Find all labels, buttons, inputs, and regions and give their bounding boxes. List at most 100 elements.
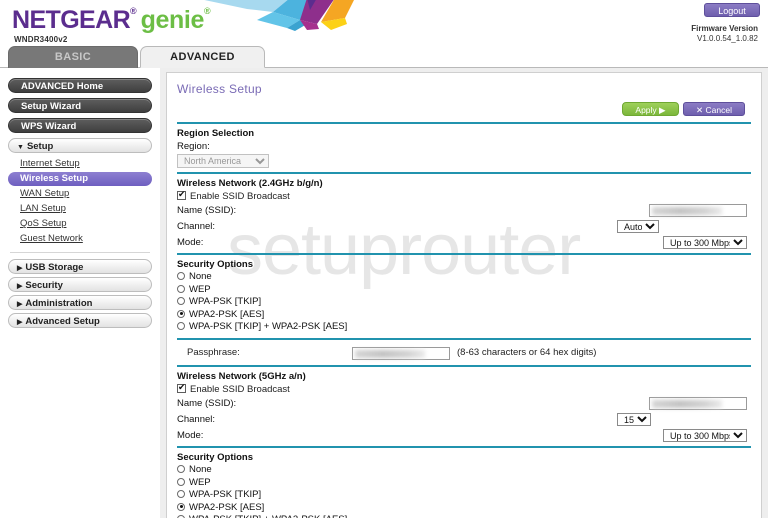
sidebar-group-setup-label: Setup — [26, 141, 54, 152]
region-label: Region: — [177, 141, 210, 152]
net24-security-option-wep[interactable]: WEP — [177, 284, 751, 297]
net24-ssid-row: Name (SSID): — [177, 203, 751, 219]
net5-radio-none[interactable] — [177, 464, 185, 473]
net5-ssid-redacted-value — [652, 399, 722, 408]
sidebar-setup-sublist: Internet Setup Wireless Setup WAN Setup … — [0, 157, 160, 246]
net5-security-label-mixed: WPA-PSK [TKIP] + WPA2-PSK [AES] — [189, 514, 347, 518]
page-title: Wireless Setup — [177, 82, 262, 96]
net5-ssid-label: Name (SSID): — [177, 397, 237, 409]
net24-passphrase-hint: (8-63 characters or 64 hex digits) — [457, 346, 597, 358]
net24-ssid-broadcast-row[interactable]: Enable SSID Broadcast — [177, 189, 751, 203]
sidebar-item-wan-setup[interactable]: WAN Setup — [8, 187, 152, 201]
net5-mode-label: Mode: — [177, 429, 204, 441]
net24-passphrase-redacted-value — [355, 349, 425, 358]
body-area: ADVANCED Home Setup Wizard WPS Wizard ▼ S… — [0, 68, 768, 518]
net5-security-option-mixed[interactable]: WPA-PSK [TKIP] + WPA2-PSK [AES] — [177, 514, 751, 518]
net24-security-option-none[interactable]: None — [177, 271, 751, 284]
net5-security-option-wpa2-psk-aes[interactable]: WPA2-PSK [AES] — [177, 502, 751, 515]
net5-security-option-wep[interactable]: WEP — [177, 477, 751, 490]
chevron-right-icon: ▶ — [17, 301, 23, 308]
net24-radio-mixed[interactable] — [177, 322, 185, 331]
net24-passphrase-label: Passphrase: — [187, 346, 240, 358]
net24-radio-wpa-psk-tkip[interactable] — [177, 297, 185, 306]
tab-basic[interactable]: BASIC — [8, 46, 138, 68]
firmware-version-label: Firmware Version — [691, 24, 758, 33]
net5-ssid-row: Name (SSID): — [177, 396, 751, 412]
netgear-genie-logo: NETGEAR® genie® — [12, 6, 211, 35]
action-button-row: Apply ▶ ✕ Cancel — [177, 96, 751, 122]
net24-mode-select[interactable]: Up to 54 MbpsUp to 145 MbpsUp to 300 Mbp… — [663, 236, 747, 249]
net24-security-option-wpa2-psk-aes[interactable]: WPA2-PSK [AES] — [177, 309, 751, 322]
firmware-info: Firmware Version V1.0.0.54_1.0.82 — [691, 24, 758, 44]
net5-mode-select[interactable]: Up to 54 MbpsUp to 145 MbpsUp to 300 Mbp… — [663, 428, 747, 442]
chevron-right-icon: ▶ — [17, 265, 23, 272]
net24-radio-none[interactable] — [177, 272, 185, 280]
net24-security-label-wpa-psk-tkip: WPA-PSK [TKIP] — [189, 296, 262, 308]
net5-radio-wep[interactable] — [177, 477, 185, 486]
region-label-row: Region: — [177, 140, 751, 154]
sidebar-group-usb-storage[interactable]: ▶ USB Storage — [8, 259, 152, 274]
region-select[interactable]: North AmericaEuropeAsiaAustraliaJapan — [177, 154, 269, 168]
sidebar-group-security[interactable]: ▶ Security — [8, 277, 152, 292]
router-admin-page: NETGEAR® genie® WNDR3400v2 Logout Firmwar… — [0, 0, 768, 518]
net5-channel-label: Channel: — [177, 413, 216, 425]
main-content-area: setuprouter Wireless Setup Apply ▶ ✕ Can… — [160, 68, 768, 518]
net24-ssid-broadcast-checkbox[interactable] — [177, 189, 186, 200]
net24-ssid-label: Name (SSID): — [177, 205, 237, 216]
net5-ssid-input[interactable] — [649, 396, 747, 410]
sidebar-item-guest-network[interactable]: Guest Network — [8, 232, 152, 246]
logout-button[interactable]: Logout — [704, 3, 760, 17]
net5-radio-wpa2-psk-aes[interactable] — [177, 502, 185, 511]
apply-button[interactable]: Apply ▶ — [622, 102, 679, 116]
settings-content: Wireless Setup Apply ▶ ✕ Cancel Region S… — [167, 73, 761, 518]
sidebar-item-advanced-home[interactable]: ADVANCED Home — [8, 78, 152, 93]
sidebar-item-wireless-setup[interactable]: Wireless Setup — [8, 172, 152, 186]
net24-security-label-wep: WEP — [189, 283, 211, 295]
net24-security-option-wpa-psk-tkip[interactable]: WPA-PSK [TKIP] — [177, 296, 751, 309]
net24-mode-label: Mode: — [177, 237, 204, 248]
net5-radio-wpa-psk-tkip[interactable] — [177, 490, 185, 499]
net5-ssid-broadcast-row[interactable]: Enable SSID Broadcast — [177, 382, 751, 396]
logo-netgear-text: NETGEAR — [12, 6, 131, 34]
net5-ssid-broadcast-label: Enable SSID Broadcast — [190, 383, 290, 395]
sidebar-item-qos-setup[interactable]: QoS Setup — [8, 217, 152, 231]
sidebar-item-setup-wizard[interactable]: Setup Wizard — [8, 98, 152, 113]
net24-ssid-broadcast-label: Enable SSID Broadcast — [190, 191, 290, 202]
sidebar-item-lan-setup[interactable]: LAN Setup — [8, 202, 152, 216]
net5-ssid-broadcast-checkbox[interactable] — [177, 382, 186, 393]
divider-region — [177, 172, 751, 174]
cancel-button[interactable]: ✕ Cancel — [683, 102, 745, 116]
sidebar-group-advanced-setup[interactable]: ▶ Advanced Setup — [8, 313, 152, 328]
net5-channel-row: Channel: 36404448149153157161 — [177, 412, 751, 428]
net5-security-title: Security Options — [177, 451, 254, 463]
net24-radio-wpa2-psk-aes[interactable] — [177, 309, 185, 318]
logo-registered-mark: ® — [130, 6, 137, 16]
net24-ssid-redacted-value — [652, 207, 722, 215]
sidebar-group-administration[interactable]: ▶ Administration — [8, 295, 152, 310]
net24-security-option-mixed[interactable]: WPA-PSK [TKIP] + WPA2-PSK [AES] — [177, 321, 751, 334]
net24-security-label-none: None — [189, 271, 212, 282]
sidebar-group-setup[interactable]: ▼ Setup — [8, 138, 152, 153]
divider-net24-security — [177, 337, 751, 340]
divider-net5 — [177, 445, 751, 448]
tab-advanced[interactable]: ADVANCED — [140, 46, 265, 68]
net24-channel-select[interactable]: Auto0102030405060708091011 — [617, 220, 659, 233]
logo-decorative-graphic — [204, 0, 354, 31]
region-section-title: Region Selection — [177, 128, 255, 139]
net5-security-label-wpa2-psk-aes: WPA2-PSK [AES] — [189, 501, 265, 513]
page-header: NETGEAR® genie® WNDR3400v2 Logout Firmwar… — [0, 0, 768, 44]
router-model-label: WNDR3400v2 — [14, 35, 68, 44]
net5-security-option-none[interactable]: None — [177, 464, 751, 477]
net5-channel-select[interactable]: 36404448149153157161 — [617, 412, 651, 426]
sidebar-item-internet-setup[interactable]: Internet Setup — [8, 157, 152, 171]
tab-bar: BASIC ADVANCED — [0, 46, 768, 68]
net24-radio-wep[interactable] — [177, 284, 185, 293]
settings-panel: setuprouter Wireless Setup Apply ▶ ✕ Can… — [166, 72, 762, 518]
net5-security-option-wpa-psk-tkip[interactable]: WPA-PSK [TKIP] — [177, 489, 751, 502]
net24-passphrase-input[interactable] — [352, 346, 450, 360]
net24-ssid-input[interactable] — [649, 204, 747, 217]
sidebar-item-wps-wizard[interactable]: WPS Wizard — [8, 118, 152, 133]
chevron-down-icon: ▼ — [17, 144, 24, 151]
region-select-row: North AmericaEuropeAsiaAustraliaJapan — [177, 154, 751, 172]
net5-mode-row: Mode: Up to 54 MbpsUp to 145 MbpsUp to 3… — [177, 428, 751, 444]
